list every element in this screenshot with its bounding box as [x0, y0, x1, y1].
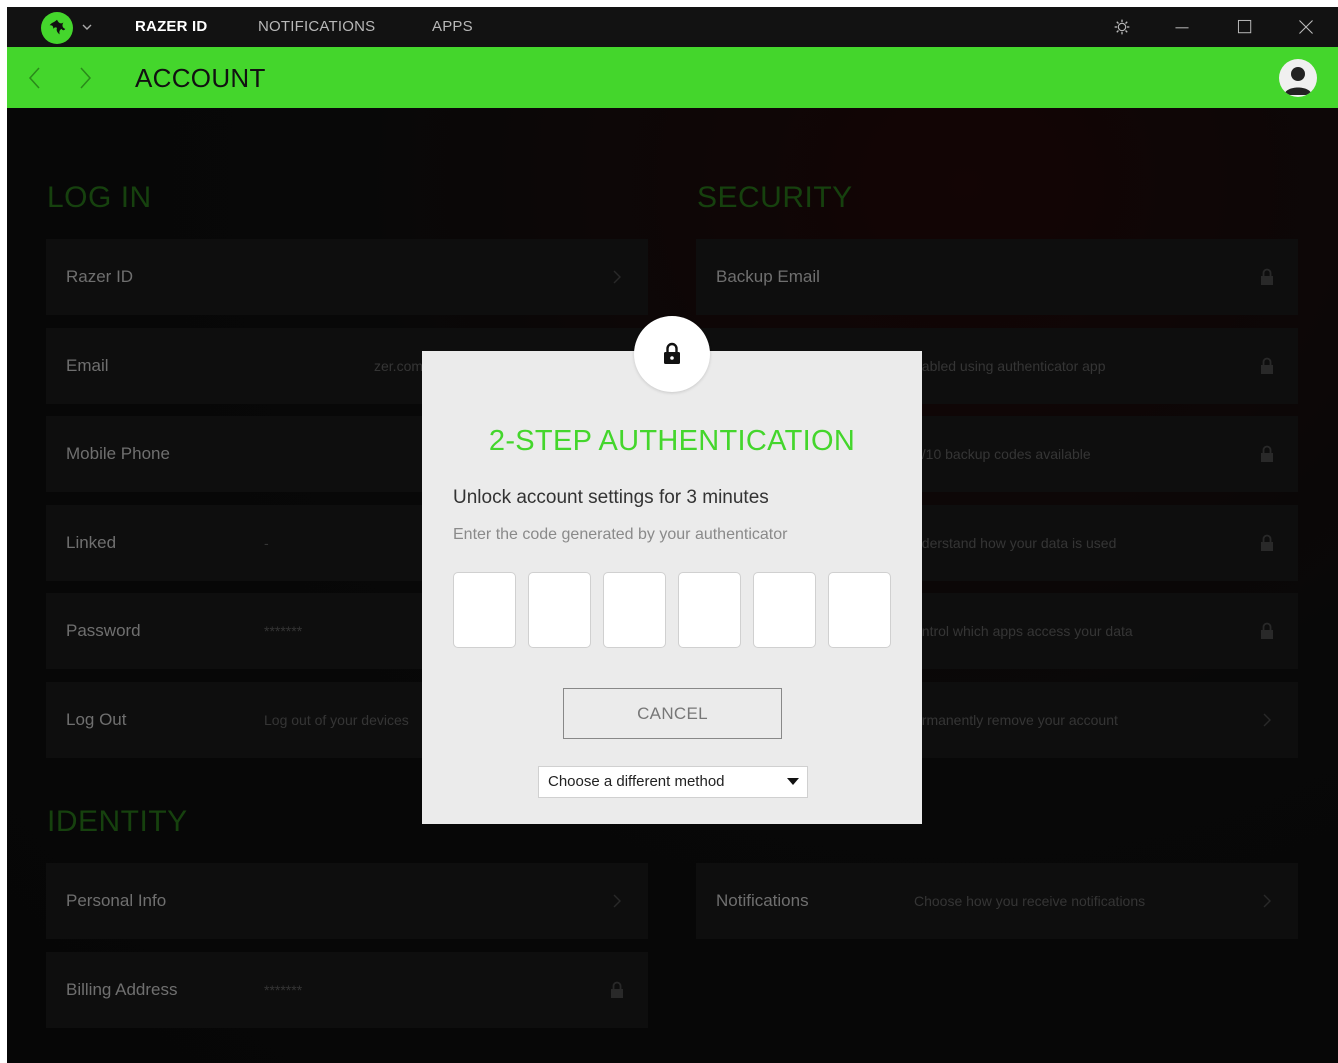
close-icon[interactable] — [1295, 16, 1317, 38]
razer-synapse-window: RAZER ID NOTIFICATIONS APPS ACCOUNT LOG … — [7, 7, 1338, 1063]
settings-icon[interactable] — [1111, 16, 1133, 38]
code-digit-5[interactable] — [753, 572, 816, 648]
code-digit-1[interactable] — [453, 572, 516, 648]
razer-logo-icon[interactable] — [41, 12, 73, 44]
code-digit-3[interactable] — [603, 572, 666, 648]
title-bar: RAZER ID NOTIFICATIONS APPS — [7, 7, 1338, 47]
code-digit-4[interactable] — [678, 572, 741, 648]
method-select-value: Choose a different method — [548, 773, 725, 790]
caret-down-icon — [787, 778, 799, 785]
tab-apps[interactable]: APPS — [432, 18, 473, 35]
page-title: ACCOUNT — [135, 63, 266, 93]
code-digit-6[interactable] — [828, 572, 891, 648]
lock-icon — [634, 316, 710, 392]
cancel-button[interactable]: CANCEL — [563, 688, 782, 739]
minimize-icon[interactable] — [1171, 16, 1193, 38]
chevron-down-icon[interactable] — [80, 20, 94, 34]
chevron-left-icon[interactable] — [25, 65, 45, 91]
tab-razer-id[interactable]: RAZER ID — [135, 18, 207, 35]
header-bar: ACCOUNT — [7, 47, 1338, 108]
dialog-hint: Enter the code generated by your authent… — [453, 526, 788, 543]
chevron-right-icon[interactable] — [75, 65, 95, 91]
method-select[interactable]: Choose a different method — [538, 766, 808, 798]
user-avatar-icon[interactable] — [1279, 59, 1317, 97]
tab-notifications[interactable]: NOTIFICATIONS — [258, 18, 375, 35]
dialog-subtitle: Unlock account settings for 3 minutes — [453, 487, 769, 508]
maximize-icon[interactable] — [1234, 16, 1256, 38]
dialog-title: 2-STEP AUTHENTICATION — [488, 425, 856, 457]
code-digit-2[interactable] — [528, 572, 591, 648]
two-step-auth-dialog: 2-STEP AUTHENTICATION Unlock account set… — [422, 351, 922, 824]
